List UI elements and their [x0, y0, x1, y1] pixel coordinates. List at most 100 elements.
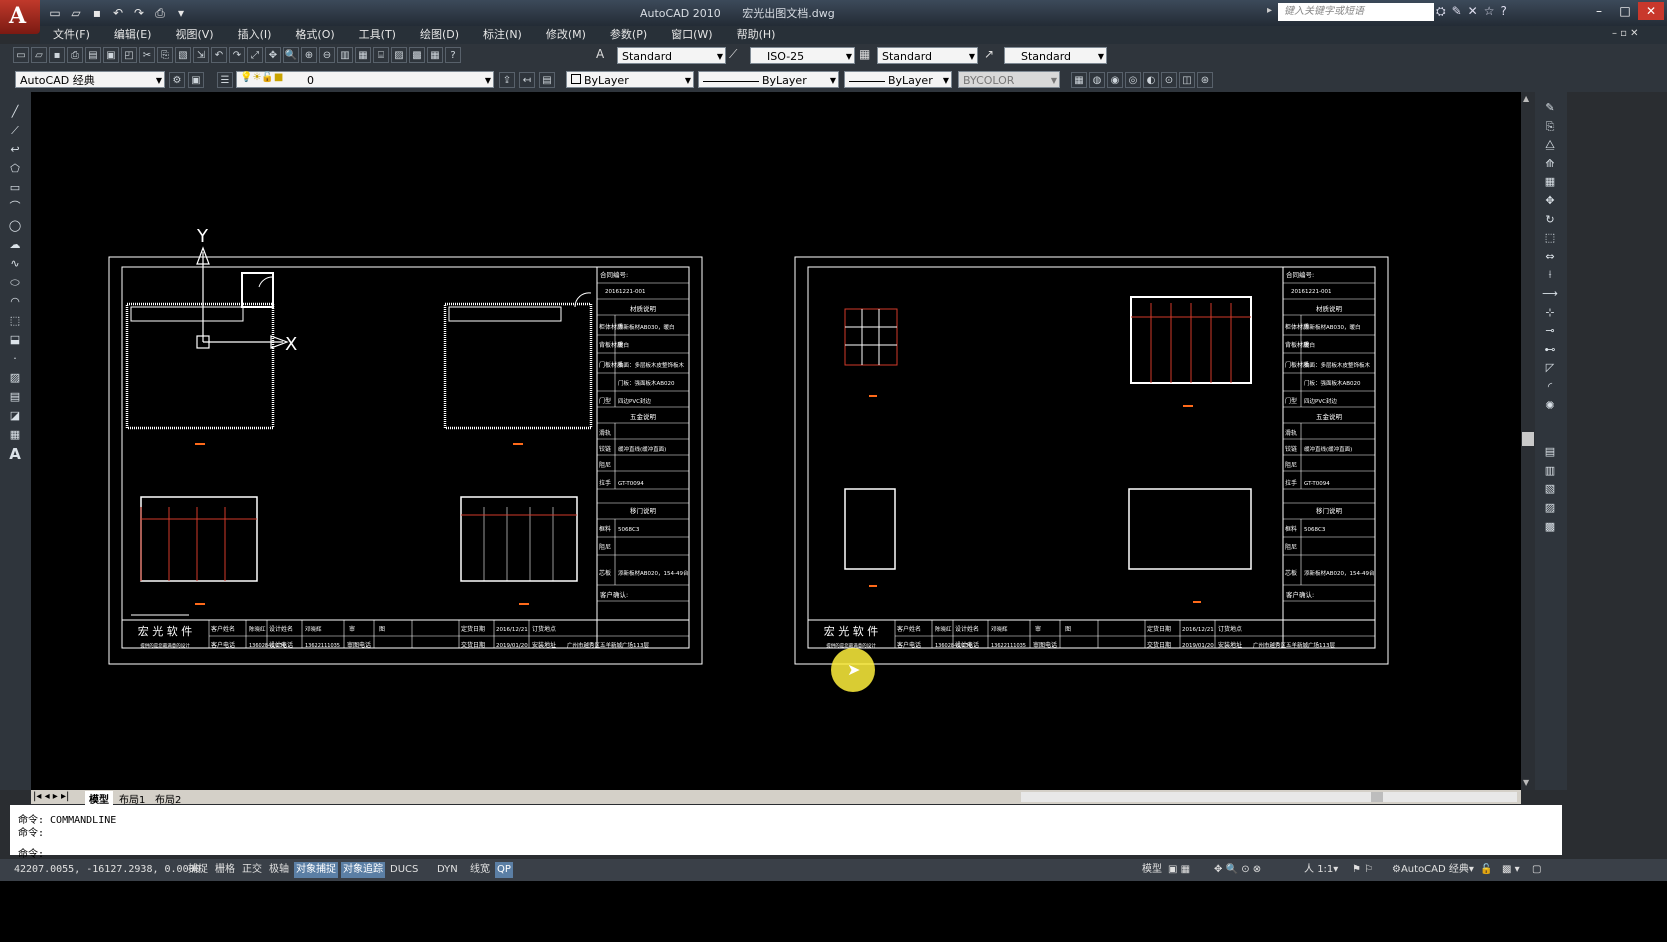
lineweight-combo[interactable]: ByLayer ▼	[844, 71, 952, 88]
polyline-icon[interactable]: ↩	[7, 142, 23, 158]
standard-tool-22-icon[interactable]: ▩	[409, 47, 425, 63]
menu-item-0[interactable]: 文件(F)	[40, 26, 101, 44]
status-toggle-5[interactable]: 对象追踪	[341, 862, 385, 878]
status-toggle-2[interactable]: 正交	[240, 862, 264, 878]
standard-tool-17-icon[interactable]: ⊖	[319, 47, 335, 63]
erase-icon[interactable]: ✎	[1542, 100, 1558, 116]
model-space-button[interactable]: 模型	[1140, 862, 1164, 878]
standard-tool-6-icon[interactable]: ◰	[121, 47, 137, 63]
status-toggle-8[interactable]: 线宽	[468, 862, 492, 878]
menu-item-11[interactable]: 帮助(H)	[724, 26, 787, 44]
standard-tool-11-icon[interactable]: ↶	[211, 47, 227, 63]
menu-item-10[interactable]: 窗口(W)	[658, 26, 723, 44]
explode-icon[interactable]: ✺	[1542, 398, 1558, 414]
status-toggle-1[interactable]: 栅格	[213, 862, 237, 878]
mleader-style-icon[interactable]: ↗	[984, 47, 1002, 65]
standard-tool-15-icon[interactable]: 🔍	[283, 47, 299, 63]
trim-icon[interactable]: ⟊	[1542, 267, 1558, 283]
spline-icon[interactable]: ∿	[7, 256, 23, 272]
navigation-icons[interactable]: ✥ 🔍 ⊙ ⊗	[1212, 862, 1263, 878]
status-toggle-9[interactable]: QP	[495, 862, 513, 878]
color-combo[interactable]: ByLayer ▼	[566, 71, 694, 88]
standard-tool-19-icon[interactable]: ▦	[355, 47, 371, 63]
copy-icon[interactable]: ⎘	[1542, 119, 1558, 135]
standard-tool-5-icon[interactable]: ▣	[103, 47, 119, 63]
construction-line-icon[interactable]: ⟋	[7, 123, 23, 139]
layers-d-icon[interactable]: ▨	[1542, 500, 1558, 516]
standard-tool-24-icon[interactable]: ?	[445, 47, 461, 63]
vertical-scroll-thumb[interactable]	[1522, 432, 1534, 446]
view-tool-7-icon[interactable]: ⊛	[1197, 72, 1213, 88]
hardware-accel-icon[interactable]: ▩ ▾	[1500, 862, 1522, 878]
multiline-text-icon[interactable]: A	[7, 446, 23, 462]
redo-icon[interactable]: ↷	[130, 4, 148, 22]
dim-style-combo[interactable]: ISO-25 ▼	[750, 47, 855, 64]
standard-tool-2-icon[interactable]: ▪	[49, 47, 65, 63]
standard-tool-8-icon[interactable]: ⎘	[157, 47, 173, 63]
standard-tool-9-icon[interactable]: ▧	[175, 47, 191, 63]
text-style-icon[interactable]: A	[596, 47, 614, 65]
arc-icon[interactable]: ⌒	[7, 199, 23, 215]
revcloud-icon[interactable]: ☁	[7, 237, 23, 253]
clean-screen-icon[interactable]: ▢	[1530, 862, 1543, 878]
standard-tool-23-icon[interactable]: ▦	[427, 47, 443, 63]
line-icon[interactable]: ╱	[7, 104, 23, 120]
lock-icon[interactable]: 🔓	[1478, 862, 1494, 878]
status-toggle-3[interactable]: 极轴	[267, 862, 291, 878]
status-toggle-4[interactable]: 对象捕捉	[294, 862, 338, 878]
standard-tool-20-icon[interactable]: ⌸	[373, 47, 389, 63]
dim-style-icon[interactable]: ⟋	[729, 47, 747, 65]
workspace-combo[interactable]: AutoCAD 经典 ▼	[15, 71, 165, 88]
view-tool-0-icon[interactable]: ▦	[1071, 72, 1087, 88]
qat-dropdown-icon[interactable]: ▾	[172, 4, 190, 22]
view-tool-2-icon[interactable]: ◉	[1107, 72, 1123, 88]
open-file-icon[interactable]: ▱	[67, 4, 85, 22]
horizontal-scroll-thumb[interactable]	[1371, 792, 1383, 802]
view-tool-4-icon[interactable]: ◐	[1143, 72, 1159, 88]
coordinates-readout[interactable]: 42207.0055, -16127.2938, 0.0000	[14, 864, 201, 875]
horizontal-scrollbar[interactable]	[1021, 792, 1517, 802]
menu-item-3[interactable]: 插入(I)	[225, 26, 283, 44]
standard-tool-7-icon[interactable]: ✂	[139, 47, 155, 63]
standard-tool-3-icon[interactable]: ⎙	[67, 47, 83, 63]
annotation-scale-button[interactable]: 人 1:1▾	[1302, 862, 1340, 878]
view-tool-1-icon[interactable]: ◍	[1089, 72, 1105, 88]
standard-tool-1-icon[interactable]: ▱	[31, 47, 47, 63]
break-icon[interactable]: ⊸	[1542, 323, 1558, 339]
search-arrow-icon[interactable]: ▸	[1267, 5, 1272, 16]
standard-tool-18-icon[interactable]: ▥	[337, 47, 353, 63]
plotstyle-combo[interactable]: BYCOLOR ▼	[958, 71, 1060, 88]
mirror-icon[interactable]: ⧋	[1542, 137, 1558, 153]
polygon-icon[interactable]: ⬠	[7, 161, 23, 177]
join-icon[interactable]: ⊷	[1542, 342, 1558, 358]
tab-model[interactable]: 模型	[85, 791, 113, 806]
layer-states-icon[interactable]: ▤	[539, 72, 555, 88]
search-input[interactable]: 键入关键字或短语	[1278, 3, 1434, 21]
tab-layout2[interactable]: 布局2	[155, 791, 181, 806]
command-prompt[interactable]: 命令:	[18, 845, 44, 860]
text-style-combo[interactable]: Standard ▼	[617, 47, 726, 64]
star-icon[interactable]: ☆	[1484, 4, 1495, 19]
ellipse-arc-icon[interactable]: ◠	[7, 294, 23, 310]
layers-b-icon[interactable]: ▥	[1542, 463, 1558, 479]
status-toggle-0[interactable]: 捕捉	[186, 862, 210, 878]
gradient-icon[interactable]: ▤	[7, 389, 23, 405]
annotation-visibility-icon[interactable]: ⚑ ⚐	[1350, 862, 1375, 878]
layers-e-icon[interactable]: ▩	[1542, 519, 1558, 535]
linetype-combo[interactable]: ByLayer ▼	[698, 71, 839, 88]
standard-tool-21-icon[interactable]: ▨	[391, 47, 407, 63]
close-button[interactable]: ✕	[1638, 2, 1664, 20]
tab-layout1[interactable]: 布局1	[119, 791, 145, 806]
menu-item-6[interactable]: 绘图(D)	[407, 26, 470, 44]
layer-previous-icon[interactable]: ↤	[519, 72, 535, 88]
scale-icon[interactable]: ⬚	[1542, 230, 1558, 246]
application-menu-button[interactable]: A	[0, 0, 40, 34]
menu-item-5[interactable]: 工具(T)	[346, 26, 407, 44]
layers-c-icon[interactable]: ▧	[1542, 481, 1558, 497]
standard-tool-14-icon[interactable]: ✥	[265, 47, 281, 63]
my-workspace-icon[interactable]: ▣	[188, 72, 204, 88]
offset-icon[interactable]: ⟰	[1542, 156, 1558, 172]
mleader-style-combo[interactable]: Standard ▼	[1004, 47, 1107, 64]
x-icon[interactable]: ✕	[1468, 4, 1478, 19]
scroll-down-icon[interactable]: ▼	[1523, 778, 1529, 787]
